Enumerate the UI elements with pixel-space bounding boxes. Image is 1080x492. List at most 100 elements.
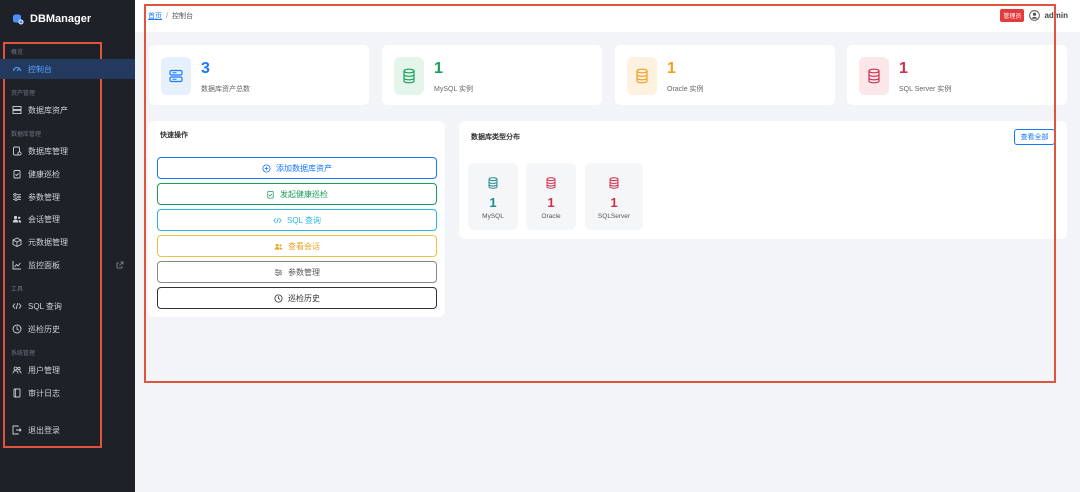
button-label: 参数管理 [288,267,320,277]
quick-actions-title: 快速操作 [160,132,188,139]
dist-name: Oracle [541,213,561,220]
line-chart-icon [12,260,22,270]
button-label: 添加数据库资产 [276,163,332,173]
sidebar-item-dashboard[interactable]: 控制台 [0,59,135,79]
database-gear-icon [12,146,22,156]
section-label-db-manage: 数据库管理 [11,132,42,138]
sidebar-item-label: 审计日志 [28,388,60,398]
sidebar-item-label: 元数据管理 [28,237,68,247]
sidebar-item-session-manage[interactable]: 会话管理 [0,209,135,229]
box-icon [12,237,22,247]
breadcrumb-separator: / [166,13,168,20]
clipboard-check-icon [266,190,275,199]
quick-actions-panel: 快速操作 添加数据库资产 发起健康巡检 SQL 查询 查看会话 参数管理 巡检历… [148,121,445,317]
sql-query-button[interactable]: SQL 查询 [157,209,437,231]
database-icon [609,177,619,189]
dashboard-icon [12,64,22,74]
sidebar-item-label: 用户管理 [28,365,60,375]
db-distribution-panel: 数据库类型分布 查看全部 1 MySQL 1 Oracle 1 SQLServe… [459,121,1067,239]
users-group-icon [12,365,22,375]
sidebar-item-label: SQL 查询 [28,301,62,311]
button-label: 巡检历史 [288,293,320,303]
stat-value: 1 [667,60,676,77]
section-label-overview: 概览 [11,50,24,56]
stat-card-total-assets[interactable]: 3 数据库资产总数 [149,45,369,105]
param-manage-button[interactable]: 参数管理 [157,261,437,283]
section-label-assets: 资产管理 [11,91,36,97]
sidebar-item-audit-log[interactable]: 审计日志 [0,383,135,403]
dist-count: 1 [547,195,555,210]
sidebar-item-metadata-manage[interactable]: 元数据管理 [0,232,135,252]
top-bar: 首页 / 控制台 管理员 admin [135,0,1080,32]
brand[interactable]: DBManager [0,0,135,38]
logout-label: 退出登录 [28,425,60,435]
section-label-tools: 工具 [11,287,24,293]
user-avatar-icon [1029,10,1041,21]
breadcrumb-current: 控制台 [171,13,193,20]
breadcrumb-home-link[interactable]: 首页 [148,13,162,20]
sidebar: DBManager 概览 控制台 资产管理 数据库资产 数据库管理 数据库管理 … [0,0,135,492]
add-db-asset-button[interactable]: 添加数据库资产 [157,157,437,179]
sidebar-item-health-check[interactable]: 健康巡检 [0,164,135,184]
sidebar-item-label: 参数管理 [28,192,60,202]
journal-icon [12,388,22,398]
logout-icon [12,425,22,435]
users-icon [274,242,283,251]
dist-tile-oracle[interactable]: 1 Oracle [526,163,576,230]
dist-name: MySQL [482,213,504,220]
sidebar-item-label: 数据库资产 [28,105,68,115]
sidebar-item-label: 监控面板 [28,260,60,270]
stat-label: SQL Server 实例 [899,86,952,93]
sidebar-item-label: 巡检历史 [28,324,60,334]
sidebar-item-label: 控制台 [28,64,52,74]
sliders-icon [12,192,22,202]
stat-value: 1 [899,60,908,77]
stat-value: 3 [201,60,210,77]
sidebar-item-user-manage[interactable]: 用户管理 [0,360,135,380]
database-icon [394,57,424,95]
server-icon [12,105,22,115]
logout-button[interactable]: 退出登录 [0,420,135,440]
start-health-check-button[interactable]: 发起健康巡检 [157,183,437,205]
username: admin [1044,11,1068,20]
clock-icon [12,324,22,334]
section-label-system: 系统管理 [11,351,36,357]
sidebar-item-check-history[interactable]: 巡检历史 [0,319,135,339]
database-icon [546,177,556,189]
database-icon [627,57,657,95]
stat-card-mysql[interactable]: 1 MySQL 实例 [382,45,602,105]
sidebar-item-param-manage[interactable]: 参数管理 [0,187,135,207]
stat-card-oracle[interactable]: 1 Oracle 实例 [615,45,835,105]
database-icon [859,57,889,95]
view-sessions-button[interactable]: 查看会话 [157,235,437,257]
sidebar-item-sql-query[interactable]: SQL 查询 [0,296,135,316]
stat-label: 数据库资产总数 [201,86,250,93]
button-label: 查看会话 [288,241,320,251]
dist-name: SQLServer [597,213,631,220]
sidebar-item-db-assets[interactable]: 数据库资产 [0,100,135,120]
sidebar-item-monitor-panel[interactable]: 监控面板 [0,255,135,275]
stat-card-sqlserver[interactable]: 1 SQL Server 实例 [847,45,1067,105]
clipboard-check-icon [12,169,22,179]
distribution-title: 数据库类型分布 [471,134,520,141]
sidebar-item-label: 会话管理 [28,214,60,224]
stat-label: Oracle 实例 [667,86,704,93]
plus-circle-icon [262,163,271,173]
sidebar-item-db-manage[interactable]: 数据库管理 [0,141,135,161]
view-all-button[interactable]: 查看全部 [1014,129,1055,145]
code-icon [273,216,282,225]
sidebar-item-label: 数据库管理 [28,146,68,156]
breadcrumb: 首页 / 控制台 [148,11,193,21]
clock-icon [274,293,283,303]
user-menu[interactable]: 管理员 admin [1000,9,1068,22]
check-history-button[interactable]: 巡检历史 [157,287,437,309]
dist-count: 1 [489,195,497,210]
button-label: 发起健康巡检 [280,189,328,199]
dist-count: 1 [610,195,618,210]
dist-tile-sqlserver[interactable]: 1 SQLServer [585,163,643,230]
sliders-icon [274,268,283,277]
code-icon [12,301,22,311]
dist-tile-mysql[interactable]: 1 MySQL [468,163,518,230]
app-title: DBManager [30,13,92,25]
stat-label: MySQL 实例 [434,86,474,93]
